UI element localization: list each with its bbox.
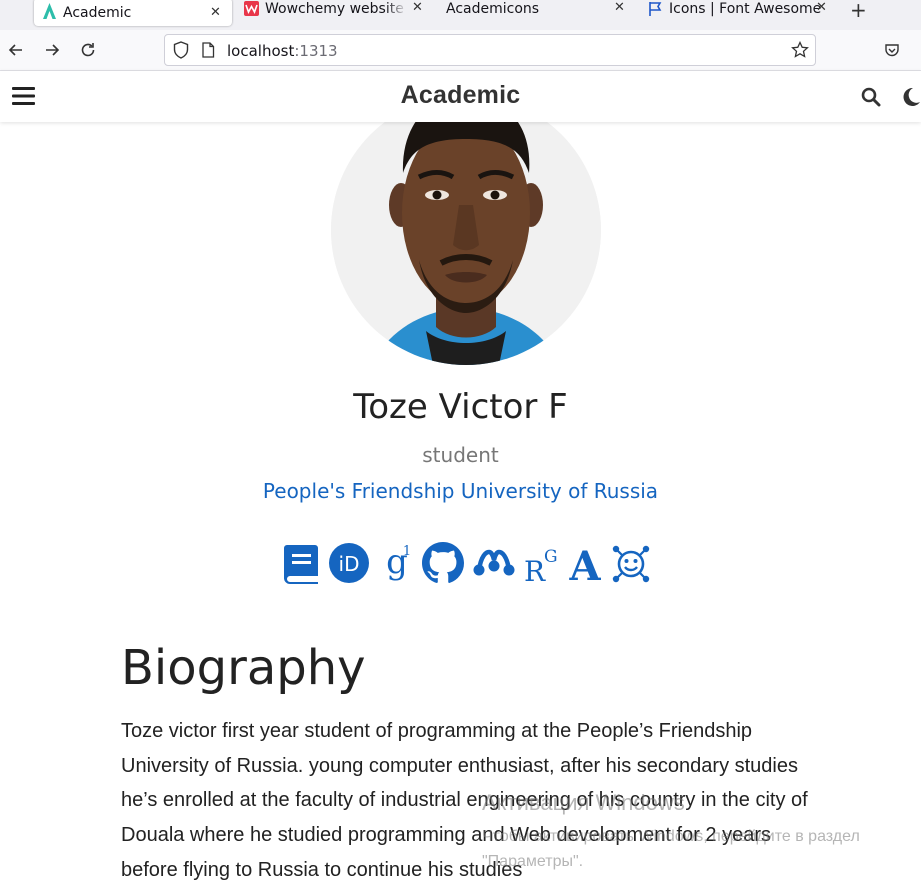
semantic-scholar-icon[interactable] (610, 540, 652, 586)
url-port: :1313 (294, 42, 338, 60)
flag-icon (648, 1, 664, 21)
new-tab-button[interactable]: + (850, 0, 867, 20)
shield-icon[interactable] (173, 41, 189, 63)
site-brand[interactable]: Academic (0, 81, 921, 110)
page-icon[interactable] (201, 42, 215, 62)
svg-text:iD: iD (339, 552, 360, 576)
forward-button[interactable] (41, 39, 63, 61)
url-host: localhost (227, 42, 295, 60)
mendeley-icon[interactable] (472, 540, 516, 586)
reload-button[interactable] (77, 39, 99, 61)
svg-text:R: R (524, 555, 546, 585)
biography-text: Toze victor first year student of progra… (121, 720, 808, 881)
tab-academicons[interactable]: Academicons ✕ (440, 0, 636, 28)
back-button[interactable] (5, 39, 27, 61)
tab-label: Academic (63, 5, 132, 21)
site-header: Academic (0, 71, 921, 122)
orcid-icon[interactable]: iD (328, 540, 370, 586)
browser-tab-strip: Academic ✕ Wowchemy website b ✕ Academic… (0, 0, 921, 30)
svg-text:1: 1 (403, 544, 411, 559)
avatar (331, 95, 601, 365)
tab-label: Icons | Font Awesome (669, 1, 822, 17)
academic-logo-icon (42, 3, 57, 23)
researchgate-icon[interactable]: R G (520, 540, 562, 586)
browser-nav-bar: localhost:1313 (0, 30, 921, 71)
tab-label: Academicons (446, 1, 540, 17)
close-icon[interactable]: ✕ (210, 5, 221, 20)
google-scholar-icon[interactable]: g 1 (376, 540, 418, 586)
biography-heading: Biography (121, 640, 366, 696)
profile-role: student (422, 443, 499, 467)
tab-font-awesome[interactable]: Icons | Font Awesome ✕ (644, 0, 834, 28)
profile-name: Toze Victor F (353, 387, 568, 427)
github-icon[interactable] (422, 540, 464, 586)
profile-organization-link[interactable]: People's Friendship University of Russia (0, 479, 921, 503)
pocket-icon[interactable] (881, 39, 903, 61)
tab-wowchemy[interactable]: Wowchemy website b ✕ (240, 0, 430, 28)
academia-icon[interactable]: A (564, 540, 606, 586)
tab-academic[interactable]: Academic ✕ (34, 0, 232, 26)
svg-text:A: A (568, 543, 601, 585)
book-icon[interactable] (280, 540, 322, 586)
url-bar[interactable]: localhost:1313 (164, 34, 816, 66)
wowchemy-logo-icon (244, 1, 259, 16)
close-icon[interactable]: ✕ (816, 0, 827, 15)
tab-label: Wowchemy website b (265, 1, 407, 17)
svg-text:G: G (544, 547, 558, 567)
close-icon[interactable]: ✕ (614, 0, 625, 15)
url-text[interactable]: localhost:1313 (227, 42, 338, 60)
dark-mode-moon-icon[interactable] (901, 87, 921, 111)
search-icon[interactable] (861, 87, 881, 111)
bookmark-star-icon[interactable] (791, 40, 809, 63)
close-icon[interactable]: ✕ (412, 0, 423, 15)
